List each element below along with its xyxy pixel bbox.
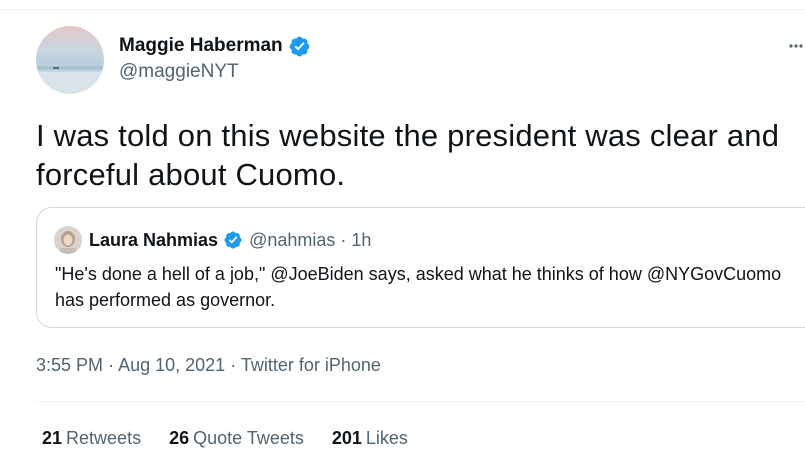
quoted-tweet-card[interactable]: Laura Nahmias @nahmias · 1h "He's done a… <box>36 207 805 328</box>
stats-divider-top <box>36 401 805 402</box>
verified-badge-icon <box>288 35 311 58</box>
author-name[interactable]: Maggie Haberman <box>119 35 283 57</box>
meta-separator: · <box>108 355 119 375</box>
meta-separator: · <box>230 355 241 375</box>
retweets-count: 21 <box>42 428 63 448</box>
quoted-author-avatar <box>54 226 82 254</box>
tweet-stats: 21 Retweets 26 Quote Tweets 201 Likes <box>42 428 436 449</box>
tweet-date[interactable]: Aug 10, 2021 <box>118 355 225 375</box>
retweets-label: Retweets <box>66 428 142 448</box>
author-name-row: Maggie Haberman <box>119 32 311 60</box>
tweet-detail: Maggie Haberman @maggieNYT I was told on… <box>0 0 805 466</box>
quoted-timestamp: 1h <box>351 229 372 250</box>
author-avatar-image <box>36 26 104 94</box>
likes-stat[interactable]: 201 Likes <box>332 428 408 449</box>
quoted-tweet-text: "He's done a hell of a job," @JoeBiden s… <box>55 264 782 310</box>
author-block: Maggie Haberman @maggieNYT <box>119 32 311 83</box>
quoted-author-name: Laura Nahmias <box>89 229 219 250</box>
quote-tweets-label: Quote Tweets <box>193 428 304 448</box>
top-divider <box>0 9 805 10</box>
tweet-source[interactable]: Twitter for iPhone <box>241 355 381 375</box>
verified-badge-icon <box>223 230 243 250</box>
quoted-author-handle: @nahmias <box>249 229 336 250</box>
quote-tweets-stat[interactable]: 26 Quote Tweets <box>169 428 304 449</box>
quoted-author-avatar-image <box>54 226 82 254</box>
likes-label: Likes <box>365 428 408 448</box>
retweets-stat[interactable]: 21 Retweets <box>42 428 141 449</box>
tweet-time[interactable]: 3:55 PM <box>36 355 103 375</box>
quoted-tweet-header: Laura Nahmias @nahmias · 1h <box>89 228 371 252</box>
author-avatar[interactable] <box>36 26 104 94</box>
tweet-meta: 3:55 PM · Aug 10, 2021 · Twitter for iPh… <box>36 355 381 376</box>
likes-count: 201 <box>331 428 362 448</box>
quote-tweets-count: 26 <box>169 428 190 448</box>
more-options-button[interactable] <box>789 36 803 52</box>
author-handle[interactable]: @maggieNYT <box>119 61 311 83</box>
tweet-text: I was told on this website the president… <box>36 118 780 192</box>
more-horizontal-icon <box>789 44 803 48</box>
quoted-separator: · <box>340 229 347 250</box>
